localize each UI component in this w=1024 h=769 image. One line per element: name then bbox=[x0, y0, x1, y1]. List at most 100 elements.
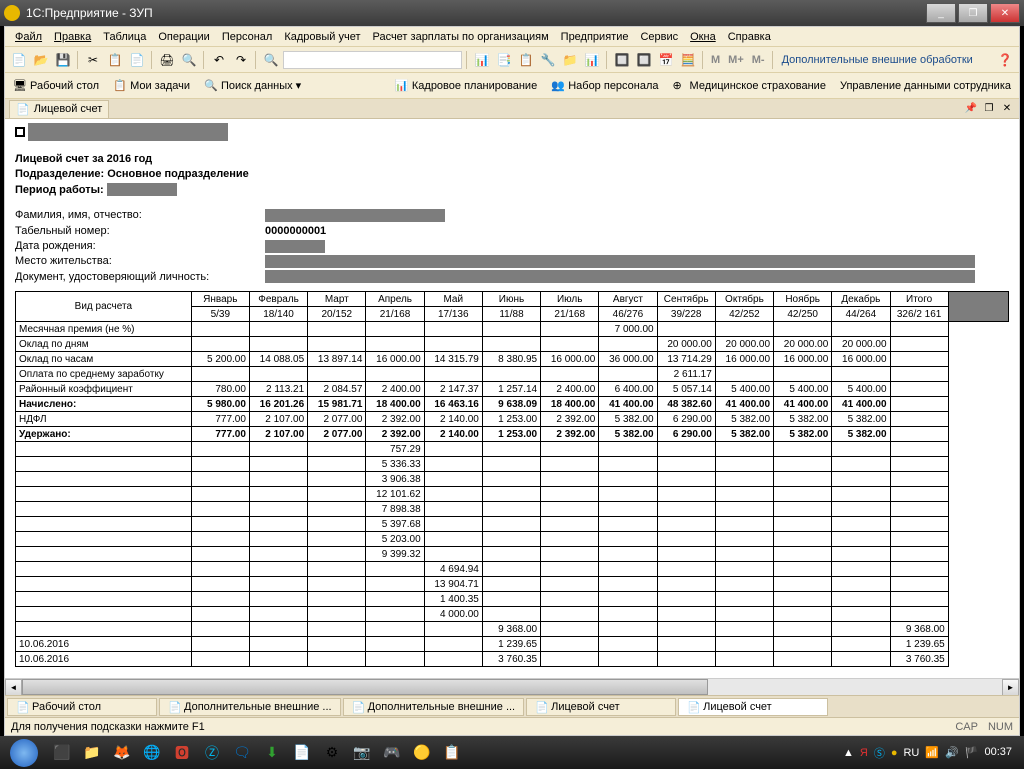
menu-hr[interactable]: Кадровый учет bbox=[278, 29, 366, 45]
scroll-left-button[interactable]: ◄ bbox=[5, 679, 22, 695]
taskbar-app-6[interactable]: Ⓩ bbox=[198, 739, 226, 767]
undo-icon[interactable]: ↶ bbox=[209, 50, 229, 70]
search-icon[interactable]: 🔍 bbox=[261, 50, 281, 70]
menu-edit[interactable]: Правка bbox=[48, 29, 97, 45]
taskbar-app-14[interactable]: 📋 bbox=[438, 739, 466, 767]
taskbar-app-2[interactable]: 📁 bbox=[78, 739, 106, 767]
maximize-button[interactable]: ❐ bbox=[958, 3, 988, 23]
paste-icon[interactable]: 📄 bbox=[127, 50, 147, 70]
tool-icon-1[interactable]: 📊 bbox=[472, 50, 492, 70]
tray-volume-icon[interactable]: 🔊 bbox=[945, 746, 959, 759]
taskbar-app-1[interactable]: ⬛ bbox=[48, 739, 76, 767]
nav-desktop[interactable]: 🖥Рабочий стол bbox=[9, 77, 103, 95]
tool-icon-2[interactable]: 📑 bbox=[494, 50, 514, 70]
memory-mminus[interactable]: М- bbox=[749, 54, 768, 66]
tool-icon-6[interactable]: 📊 bbox=[582, 50, 602, 70]
menu-personnel[interactable]: Персонал bbox=[216, 29, 279, 45]
calc-icon[interactable]: 🧮 bbox=[678, 50, 698, 70]
taskbar-app-12[interactable]: 🎮 bbox=[378, 739, 406, 767]
preview-icon[interactable]: 🔍 bbox=[179, 50, 199, 70]
cell-value bbox=[832, 472, 890, 487]
bottom-tab[interactable]: 📄Рабочий стол bbox=[7, 698, 157, 716]
redo-icon[interactable]: ↷ bbox=[231, 50, 251, 70]
memory-mplus[interactable]: М+ bbox=[725, 54, 747, 66]
cut-icon[interactable]: ✂ bbox=[83, 50, 103, 70]
menu-service[interactable]: Сервис bbox=[634, 29, 684, 45]
tray-flag-icon[interactable]: 🏴 bbox=[965, 746, 979, 759]
tray-skype-icon[interactable]: Ⓢ bbox=[874, 745, 885, 761]
tab-restore-icon[interactable]: ❐ bbox=[981, 102, 997, 116]
tab-active[interactable]: 📄 Лицевой счет bbox=[9, 100, 109, 118]
cell-value bbox=[599, 532, 657, 547]
bottom-tab[interactable]: 📄Дополнительные внешние ... bbox=[343, 698, 525, 716]
tray-expand-icon[interactable]: ▲ bbox=[843, 747, 854, 759]
memory-m[interactable]: М bbox=[708, 54, 723, 66]
tool-icon-5[interactable]: 📁 bbox=[560, 50, 580, 70]
calendar-icon[interactable]: 📅 bbox=[656, 50, 676, 70]
cell-value bbox=[541, 577, 599, 592]
taskbar-app-10[interactable]: ⚙ bbox=[318, 739, 346, 767]
tray-icon-1[interactable]: Я bbox=[860, 747, 868, 759]
scroll-right-button[interactable]: ► bbox=[1002, 679, 1019, 695]
menu-enterprise[interactable]: Предприятие bbox=[555, 29, 635, 45]
menu-operations[interactable]: Операции bbox=[152, 29, 215, 45]
taskbar-app-11[interactable]: 📷 bbox=[348, 739, 376, 767]
menu-payroll[interactable]: Расчет зарплаты по организациям bbox=[366, 29, 554, 45]
copy-icon[interactable]: 📋 bbox=[105, 50, 125, 70]
scroll-track[interactable] bbox=[22, 679, 1002, 695]
minimize-button[interactable]: _ bbox=[926, 3, 956, 23]
cell-value: 1 253.00 bbox=[482, 427, 540, 442]
cell-total bbox=[890, 502, 948, 517]
cell-value bbox=[541, 502, 599, 517]
taskbar-app-7[interactable]: 🗨 bbox=[228, 739, 256, 767]
start-button[interactable] bbox=[4, 738, 44, 768]
tool-icon-8[interactable]: 🔲 bbox=[634, 50, 654, 70]
cell-value: 1 400.35 bbox=[424, 592, 482, 607]
tray-1c-icon[interactable]: ● bbox=[891, 747, 898, 759]
bottom-tab[interactable]: 📄Лицевой счет bbox=[526, 698, 676, 716]
save-icon[interactable]: 💾 bbox=[53, 50, 73, 70]
cell-value bbox=[249, 652, 307, 667]
taskbar-app-9[interactable]: 📄 bbox=[288, 739, 316, 767]
open-icon[interactable]: 📂 bbox=[31, 50, 51, 70]
taskbar-app-8[interactable]: ⬇ bbox=[258, 739, 286, 767]
tab-close-icon[interactable]: ✕ bbox=[999, 102, 1015, 116]
nav-employee-data[interactable]: Управление данными сотрудника bbox=[836, 78, 1015, 94]
document-scroll[interactable]: Лицевой счет за 2016 год Подразделение: … bbox=[5, 119, 1019, 678]
tray-clock[interactable]: 00:37 bbox=[984, 746, 1012, 758]
menu-help[interactable]: Справка bbox=[722, 29, 777, 45]
menu-table[interactable]: Таблица bbox=[97, 29, 152, 45]
scroll-thumb[interactable] bbox=[22, 679, 708, 695]
taskbar-app-3[interactable]: 🦊 bbox=[108, 739, 136, 767]
search-input[interactable] bbox=[283, 51, 462, 69]
doc-title-2: Подразделение: Основное подразделение bbox=[15, 167, 1009, 182]
new-icon[interactable]: 📄 bbox=[9, 50, 29, 70]
nav-tasks[interactable]: 📋Мои задачи bbox=[109, 77, 194, 95]
print-icon[interactable]: 🖨 bbox=[157, 50, 177, 70]
tool-icon-4[interactable]: 🔧 bbox=[538, 50, 558, 70]
cell-value: 3 906.38 bbox=[366, 472, 424, 487]
bottom-tab[interactable]: 📄Лицевой счет bbox=[678, 698, 828, 716]
menu-windows[interactable]: Окна bbox=[684, 29, 722, 45]
bottom-tab[interactable]: 📄Дополнительные внешние ... bbox=[159, 698, 341, 716]
nav-medical[interactable]: ⊕Медицинское страхование bbox=[669, 77, 830, 95]
cell-total bbox=[890, 592, 948, 607]
nav-search[interactable]: 🔍Поиск данных▾ bbox=[200, 77, 305, 95]
help-icon[interactable]: ❓ bbox=[995, 50, 1015, 70]
horizontal-scrollbar[interactable]: ◄ ► bbox=[5, 678, 1019, 695]
tool-icon-3[interactable]: 📋 bbox=[516, 50, 536, 70]
cell-value bbox=[424, 472, 482, 487]
tray-network-icon[interactable]: 📶 bbox=[925, 746, 939, 759]
tab-pin-icon[interactable]: 📌 bbox=[963, 102, 979, 116]
external-processing-link[interactable]: Дополнительные внешние обработки bbox=[778, 54, 977, 66]
nav-recruit[interactable]: 👥Набор персонала bbox=[547, 77, 662, 95]
nav-planning[interactable]: 📊Кадровое планирование bbox=[391, 77, 541, 95]
taskbar-app-4[interactable]: 🌐 bbox=[138, 739, 166, 767]
tool-icon-7[interactable]: 🔲 bbox=[612, 50, 632, 70]
taskbar-app-13[interactable]: 🟡 bbox=[408, 739, 436, 767]
menu-file[interactable]: Файл bbox=[9, 29, 48, 45]
month-header: Апрель bbox=[366, 292, 424, 307]
tray-lang[interactable]: RU bbox=[903, 747, 919, 759]
close-button[interactable]: ✕ bbox=[990, 3, 1020, 23]
taskbar-app-5[interactable]: 🅾 bbox=[168, 739, 196, 767]
